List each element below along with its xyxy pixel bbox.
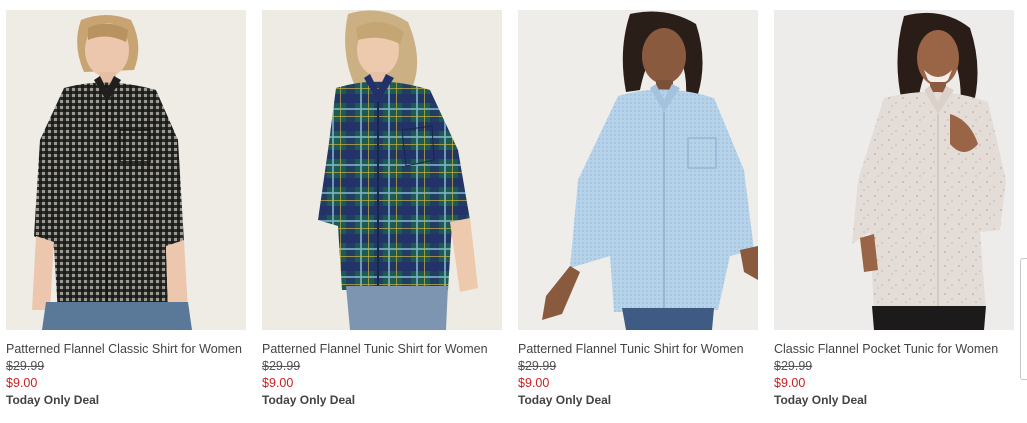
deal-badge: Today Only Deal	[774, 393, 868, 407]
cream-flannel-pocket-tunic-photo[interactable]	[774, 10, 1014, 330]
original-price: $29.99	[518, 359, 557, 373]
product-card[interactable]: Patterned Flannel Tunic Shirt for Women …	[262, 10, 502, 409]
green-plaid-flannel-tunic-photo[interactable]	[262, 10, 502, 330]
product-card[interactable]: Patterned Flannel Classic Shirt for Wome…	[6, 10, 246, 409]
original-price: $29.99	[774, 359, 813, 373]
product-grid: Patterned Flannel Classic Shirt for Wome…	[6, 10, 1016, 410]
deal-badge: Today Only Deal	[518, 393, 612, 407]
product-card[interactable]: Patterned Flannel Tunic Shirt for Women …	[518, 10, 758, 409]
sale-price: $9.00	[6, 376, 38, 390]
sale-price: $9.00	[262, 376, 294, 390]
product-name[interactable]: Patterned Flannel Tunic Shirt for Women	[518, 341, 758, 358]
product-name[interactable]: Classic Flannel Pocket Tunic for Women	[774, 341, 1014, 358]
black-gingham-flannel-shirt-photo[interactable]	[6, 10, 246, 330]
scrollbar-edge[interactable]	[1020, 258, 1027, 380]
deal-badge: Today Only Deal	[6, 393, 100, 407]
original-price: $29.99	[262, 359, 301, 373]
product-name[interactable]: Patterned Flannel Tunic Shirt for Women	[262, 341, 502, 358]
deal-badge: Today Only Deal	[262, 393, 356, 407]
sale-price: $9.00	[774, 376, 806, 390]
product-name[interactable]: Patterned Flannel Classic Shirt for Wome…	[6, 341, 246, 358]
sale-price: $9.00	[518, 376, 550, 390]
light-blue-flannel-tunic-photo[interactable]	[518, 10, 758, 330]
product-card[interactable]: Classic Flannel Pocket Tunic for Women $…	[774, 10, 1014, 409]
original-price: $29.99	[6, 359, 45, 373]
